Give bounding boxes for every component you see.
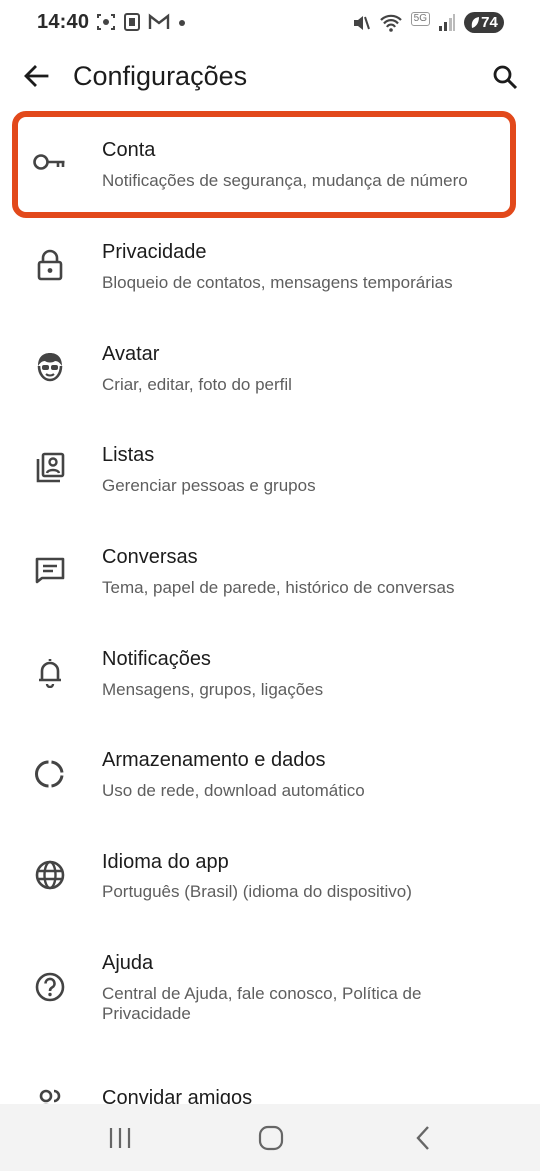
arrow-back-icon: [24, 65, 49, 87]
more-notifications-dot-icon: [179, 20, 185, 26]
screenshot-icon: [97, 14, 115, 30]
settings-item-invite-friends[interactable]: Convidar amigos: [0, 1062, 540, 1104]
settings-screen: 14:40 5G 74 Configurações Conta Notifica…: [0, 0, 540, 1171]
globe-icon: [30, 855, 70, 895]
settings-item-title: Idioma do app: [102, 851, 229, 873]
avatar-face-icon: [30, 347, 70, 387]
settings-item-help[interactable]: Ajuda Central de Ajuda, fale conosco, Po…: [0, 925, 540, 1045]
settings-item-language[interactable]: Idioma do app Português (Brasil) (idioma…: [0, 823, 540, 923]
settings-item-subtitle: Gerenciar pessoas e grupos: [102, 476, 316, 495]
system-navigation-bar: [0, 1104, 540, 1171]
settings-item-title: Ajuda: [102, 952, 154, 974]
search-icon: [493, 65, 518, 90]
settings-item-lists[interactable]: Listas Gerenciar pessoas e grupos: [0, 417, 540, 517]
settings-item-title: Avatar: [102, 343, 160, 365]
status-notification-icons: [96, 12, 188, 32]
home-icon: [258, 1125, 284, 1151]
settings-item-title: Listas: [102, 444, 155, 466]
back-nav-button[interactable]: [403, 1122, 443, 1154]
status-time: 14:40: [37, 11, 90, 33]
settings-item-subtitle: Mensagens, grupos, ligações: [102, 680, 324, 699]
bell-icon: [30, 652, 70, 692]
status-system-icons: 5G 74: [351, 11, 504, 33]
settings-item-title: Notificações: [102, 648, 211, 670]
settings-item-title: Convidar amigos: [102, 1087, 253, 1104]
search-button[interactable]: [486, 58, 524, 96]
settings-item-storage[interactable]: Armazenamento e dados Uso de rede, downl…: [0, 722, 540, 822]
settings-item-avatar[interactable]: Avatar Criar, editar, foto do perfil: [0, 315, 540, 415]
charging-leaf-icon: [471, 16, 480, 28]
settings-item-chats[interactable]: Conversas Tema, papel de parede, históri…: [0, 519, 540, 619]
key-icon: [30, 142, 70, 182]
sim-app-icon: [124, 13, 140, 31]
help-circle-icon: [30, 967, 70, 1007]
recent-apps-button[interactable]: [100, 1122, 140, 1154]
settings-item-subtitle: Uso de rede, download automático: [102, 781, 365, 800]
contacts-list-icon: [30, 448, 70, 488]
settings-item-title: Armazenamento e dados: [102, 749, 326, 771]
network-type-badge: 5G: [410, 11, 430, 26]
recent-apps-icon: [109, 1128, 131, 1148]
storage-circle-icon: [30, 754, 70, 794]
settings-item-subtitle: Criar, editar, foto do perfil: [102, 375, 292, 394]
mute-icon: [353, 15, 370, 30]
status-bar: 14:40 5G 74: [0, 0, 540, 48]
settings-item-subtitle: Português (Brasil) (idioma do dispositiv…: [102, 882, 412, 901]
battery-indicator: 74: [464, 12, 504, 33]
signal-icon: [439, 13, 455, 31]
page-title: Configurações: [73, 61, 248, 91]
app-bar: Configurações: [0, 48, 540, 106]
back-button[interactable]: [18, 58, 54, 94]
settings-item-account[interactable]: Conta Notificações de segurança, mudança…: [0, 112, 540, 212]
settings-item-subtitle: Tema, papel de parede, histórico de conv…: [102, 578, 455, 597]
settings-item-privacy[interactable]: Privacidade Bloqueio de contatos, mensag…: [0, 213, 540, 313]
home-button[interactable]: [251, 1122, 291, 1154]
settings-item-title: Conta: [102, 139, 156, 161]
chat-icon: [30, 550, 70, 590]
wifi-icon: [379, 14, 402, 32]
settings-item-subtitle: Notificações de segurança, mudança de nú…: [102, 171, 468, 190]
settings-item-subtitle: Central de Ajuda, fale conosco, Política…: [102, 984, 422, 1023]
chevron-back-icon: [416, 1126, 429, 1150]
settings-item-title: Privacidade: [102, 241, 207, 263]
people-icon: [30, 1082, 70, 1104]
settings-item-notifications[interactable]: Notificações Mensagens, grupos, ligações: [0, 620, 540, 720]
gmail-icon: [148, 13, 170, 29]
battery-level: 74: [481, 14, 498, 31]
settings-item-subtitle: Bloqueio de contatos, mensagens temporár…: [102, 273, 453, 292]
lock-icon: [30, 245, 70, 285]
settings-item-title: Conversas: [102, 546, 198, 568]
